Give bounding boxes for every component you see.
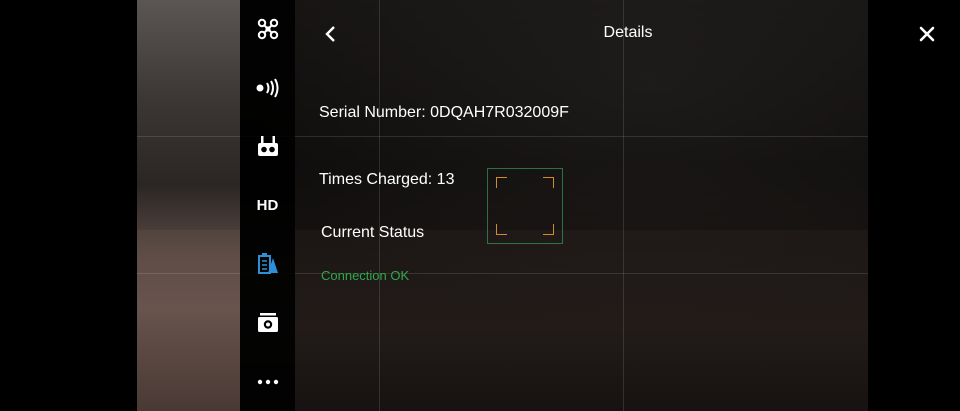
connection-status: Connection OK [321, 268, 410, 283]
right-letterbox [868, 0, 960, 411]
battery-details-panel: Details Serial Number: 0DQAH7R032009F Ti… [296, 0, 868, 411]
hd-label: HD [256, 196, 279, 214]
remote-controller-icon[interactable] [240, 127, 295, 167]
signal-icon[interactable] [240, 68, 295, 108]
serial-number-text: Serial Number: 0DQAH7R032009F [319, 104, 569, 121]
battery-icon[interactable] [240, 244, 295, 284]
more-icon[interactable] [240, 362, 295, 402]
hd-icon[interactable]: HD [240, 185, 295, 225]
camera-icon[interactable] [240, 303, 295, 343]
current-status-label: Current Status [321, 224, 425, 241]
times-charged-text: Times Charged: 13 [319, 171, 455, 188]
page-title: Details [603, 24, 653, 41]
left-letterbox [0, 0, 137, 411]
close-icon [919, 26, 935, 42]
settings-sidebar: HD [240, 0, 295, 411]
close-button[interactable] [914, 21, 940, 47]
aircraft-icon[interactable] [240, 9, 295, 49]
